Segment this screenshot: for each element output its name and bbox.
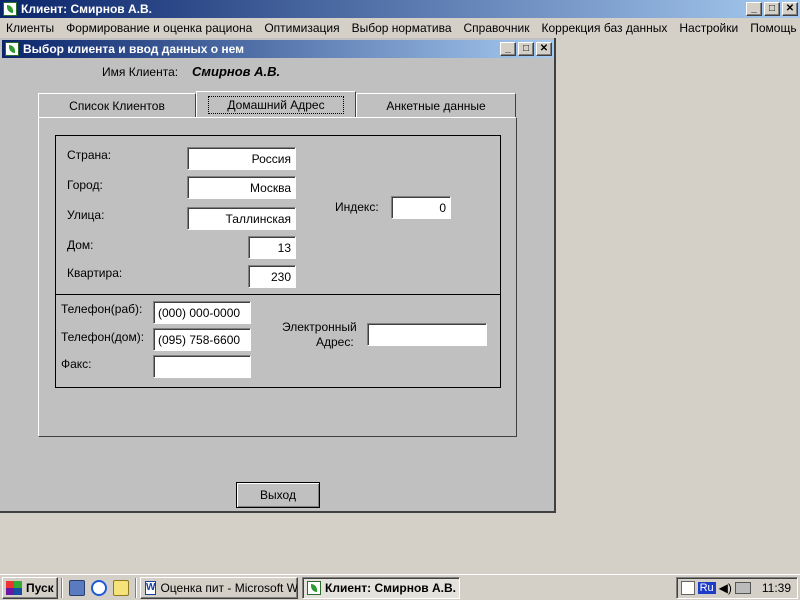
tab-home-address[interactable]: Домашний Адрес xyxy=(196,91,356,117)
email-label-line1: Электронный xyxy=(282,320,357,334)
outlook-express-icon[interactable] xyxy=(113,579,129,596)
system-tray: Ru ◀) 11:39 xyxy=(675,576,798,599)
phone-work-label: Телефон(раб): xyxy=(61,302,143,316)
tab-panel: Страна: Россия Город: Москва Улица: Талл… xyxy=(38,117,517,437)
clock: 11:39 xyxy=(761,580,791,595)
phone-home-label: Телефон(дом): xyxy=(61,330,145,344)
menu-bar: Клиенты Формирование и оценка рациона Оп… xyxy=(0,18,800,38)
country-field[interactable]: Россия xyxy=(187,147,296,170)
fax-label: Факс: xyxy=(61,357,92,371)
fax-field[interactable] xyxy=(153,355,251,378)
street-label: Улица: xyxy=(67,208,105,222)
house-field[interactable]: 13 xyxy=(248,236,296,259)
contacts-group: Телефон(раб): (000) 000-0000 Телефон(дом… xyxy=(55,294,501,388)
taskbar-separator xyxy=(61,577,63,598)
tray-app-icon[interactable] xyxy=(680,580,695,595)
main-title-bar[interactable]: Клиент: Смирнов А.В. _ □ ✕ xyxy=(0,0,800,18)
email-field[interactable] xyxy=(367,323,487,346)
client-name-value: Смирнов А.В. xyxy=(192,64,281,79)
child-title-bar[interactable]: Выбор клиента и ввод данных о нем _ □ ✕ xyxy=(2,40,554,58)
main-window-title: Клиент: Смирнов А.В. xyxy=(21,2,152,16)
taskbar-separator xyxy=(135,577,137,598)
volume-icon[interactable]: ◀) xyxy=(719,581,732,595)
desktop-icon[interactable] xyxy=(69,579,85,596)
street-field[interactable]: Таллинская xyxy=(187,207,296,230)
task-client-label: Клиент: Смирнов А.В. xyxy=(325,580,456,595)
client-app-icon xyxy=(307,580,321,595)
task-button-client[interactable]: Клиент: Смирнов А.В. xyxy=(302,576,460,599)
phone-home-field[interactable]: (095) 758-6600 xyxy=(153,328,251,351)
city-field[interactable]: Москва xyxy=(187,176,296,199)
menu-optimization[interactable]: Оптимизация xyxy=(258,21,345,35)
apartment-field[interactable]: 230 xyxy=(248,265,296,288)
house-label: Дом: xyxy=(67,238,94,252)
menu-ration[interactable]: Формирование и оценка рациона xyxy=(60,21,258,35)
city-label: Город: xyxy=(67,178,103,192)
close-button[interactable]: ✕ xyxy=(782,2,798,16)
child-window-icon[interactable] xyxy=(5,42,19,56)
start-label: Пуск xyxy=(26,580,54,595)
menu-reference[interactable]: Справочник xyxy=(458,21,536,35)
menu-settings[interactable]: Настройки xyxy=(673,21,744,35)
maximize-button[interactable]: □ xyxy=(764,2,780,16)
mdi-workspace xyxy=(556,38,800,574)
minimize-button[interactable]: _ xyxy=(746,2,762,16)
child-window-title: Выбор клиента и ввод данных о нем xyxy=(23,42,245,56)
windows-logo-icon xyxy=(6,580,22,595)
app-icon[interactable] xyxy=(3,2,17,16)
child-maximize-button[interactable]: □ xyxy=(518,42,534,56)
tab-clients-list[interactable]: Список Клиентов xyxy=(38,93,196,117)
menu-norm[interactable]: Выбор норматива xyxy=(346,21,458,35)
address-group: Страна: Россия Город: Москва Улица: Талл… xyxy=(55,135,501,295)
start-button[interactable]: Пуск xyxy=(2,576,58,599)
child-close-button[interactable]: ✕ xyxy=(536,42,552,56)
client-name-label: Имя Клиента: xyxy=(102,65,179,79)
task-word-label: Оценка пит - Microsoft W... xyxy=(160,580,298,595)
apartment-label: Квартира: xyxy=(67,266,123,280)
client-window: Выбор клиента и ввод данных о нем _ □ ✕ … xyxy=(0,38,556,513)
internet-explorer-icon[interactable] xyxy=(91,579,107,596)
menu-clients[interactable]: Клиенты xyxy=(0,21,60,35)
index-field[interactable]: 0 xyxy=(391,196,451,219)
word-icon: W xyxy=(145,580,157,595)
language-indicator[interactable]: Ru xyxy=(697,581,716,594)
menu-help[interactable]: Помощь xyxy=(744,21,800,35)
phone-work-field[interactable]: (000) 000-0000 xyxy=(153,301,251,324)
tab-profile[interactable]: Анкетные данные xyxy=(356,93,516,117)
taskbar: Пуск W Оценка пит - Microsoft W... Клиен… xyxy=(0,574,800,600)
child-minimize-button[interactable]: _ xyxy=(500,42,516,56)
task-button-word[interactable]: W Оценка пит - Microsoft W... xyxy=(140,576,298,599)
country-label: Страна: xyxy=(67,148,112,162)
exit-button[interactable]: Выход xyxy=(236,482,320,508)
menu-db-correction[interactable]: Коррекция баз данных xyxy=(536,21,674,35)
index-label: Индекс: xyxy=(335,200,379,214)
printer-icon[interactable] xyxy=(734,581,751,594)
email-label-line2: Адрес: xyxy=(316,335,354,349)
